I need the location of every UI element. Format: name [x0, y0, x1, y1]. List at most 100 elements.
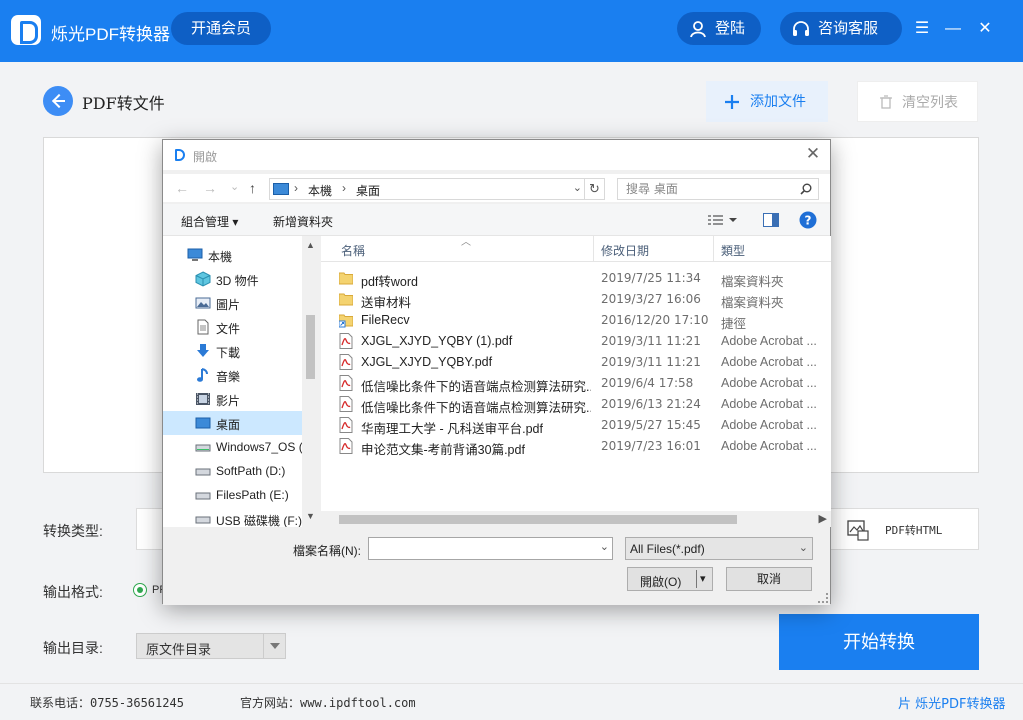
scrollbar-thumb[interactable] [339, 515, 737, 524]
tree-item-3d-objects[interactable]: 3D 物件 [163, 267, 303, 291]
forward-nav-icon[interactable]: → [203, 180, 217, 196]
clear-list-button[interactable]: 清空列表 [857, 81, 978, 122]
pictures-icon [195, 297, 211, 309]
file-type: 捷徑 [721, 317, 747, 331]
filename-label: 檔案名稱(N): [293, 544, 361, 558]
file-modified: 2019/3/27 16:06 [601, 292, 701, 306]
refresh-icon[interactable]: ↻ [584, 179, 604, 199]
app-logo-icon [11, 15, 41, 45]
menu-icon[interactable]: ☰ [913, 20, 931, 38]
music-icon [197, 368, 208, 382]
file-row[interactable]: 华南理工大学 - 凡科送审平台.pdf 2019/5/27 15:45 Adob… [339, 415, 829, 436]
back-nav-icon[interactable]: ← [175, 180, 189, 196]
dialog-app-icon [175, 149, 185, 161]
scroll-down-icon[interactable]: ▼ [306, 511, 315, 521]
tree-item-videos[interactable]: 影片 [163, 387, 303, 411]
column-divider[interactable] [593, 236, 594, 262]
scroll-up-icon[interactable]: ▲ [306, 240, 315, 250]
customer-service-button[interactable]: 咨询客服 [780, 12, 902, 45]
drive-icon [195, 444, 211, 452]
folder-icon [339, 293, 353, 306]
column-modified[interactable]: 修改日期 [601, 242, 649, 259]
cancel-button[interactable]: 取消 [726, 567, 812, 591]
tree-scrollbar[interactable]: ▲ ▼ [302, 236, 319, 527]
chevron-down-icon: ⌄ [798, 542, 808, 554]
file-row[interactable]: 低信噪比条件下的语音端点检测算法研究... 2019/6/4 17:58 Ado… [339, 373, 829, 394]
file-modified: 2019/5/27 15:45 [601, 418, 701, 432]
file-row[interactable]: FileRecv 2016/12/20 17:10 捷徑 [339, 310, 829, 331]
address-dropdown-icon[interactable]: ⌄ [573, 181, 582, 194]
search-box[interactable] [617, 178, 819, 200]
new-folder-button[interactable]: 新增資料夾 [273, 213, 333, 230]
column-divider[interactable] [713, 236, 714, 262]
search-input[interactable] [618, 179, 793, 199]
convert-type-label: 转换类型: [43, 523, 103, 539]
scroll-right-icon[interactable]: ▶ [819, 512, 827, 525]
organize-menu[interactable]: 組合管理 ▾ [181, 213, 238, 230]
tree-item-pictures[interactable]: 圖片 [163, 291, 303, 315]
file-row[interactable]: 申论范文集-考前背诵30篇.pdf 2019/7/23 16:01 Adobe … [339, 436, 829, 457]
usb-drive-icon [195, 516, 211, 524]
tree-item-usb-drive[interactable]: USB 磁碟機 (F:) [163, 507, 303, 527]
add-file-button[interactable]: 添加文件 [706, 81, 828, 122]
tree-item-label: 音樂 [216, 370, 241, 384]
headset-icon [793, 21, 809, 36]
page-title: PDF转文件 [82, 94, 165, 113]
tree-item-drive-d[interactable]: SoftPath (D:) [163, 459, 303, 483]
help-icon[interactable]: ? [799, 211, 817, 229]
tree-item-desktop[interactable]: 桌面 [163, 411, 303, 435]
resize-grip-icon[interactable] [818, 593, 828, 603]
filetype-select[interactable]: All Files(*.pdf) ⌄ [625, 537, 813, 560]
file-row[interactable]: pdf转word 2019/7/25 11:34 檔案資料夾 [339, 268, 829, 289]
back-arrow-icon[interactable] [43, 86, 73, 116]
tree-item-music[interactable]: 音樂 [163, 363, 303, 387]
tree-item-downloads[interactable]: 下載 [163, 339, 303, 363]
view-options-icon[interactable] [707, 214, 737, 226]
up-folder-icon[interactable]: ↑ [249, 180, 256, 196]
file-name: 低信噪比条件下的语音端点检测算法研究... [361, 380, 591, 394]
file-type: Adobe Acrobat ... [721, 439, 817, 453]
dialog-title-bar: 開啟 ✕ [163, 140, 830, 170]
column-name[interactable]: 名稱 [341, 242, 365, 259]
minimize-icon[interactable]: — [944, 20, 962, 38]
file-row[interactable]: 送审材料 2019/3/27 16:06 檔案資料夾 [339, 289, 829, 310]
output-dir-select[interactable]: 原文件目录 [136, 633, 286, 659]
open-options-icon[interactable]: ▾ [700, 572, 706, 585]
filename-input[interactable] [368, 537, 613, 560]
breadcrumb-pc[interactable]: 本機 [308, 182, 332, 199]
file-type: Adobe Acrobat ... [721, 334, 817, 348]
title-bar: 烁光PDF转换器 开通会员 登陆 咨询客服 ☰ — ✕ [0, 0, 1023, 62]
tree-item-drive-c[interactable]: Windows7_OS ( [163, 435, 303, 459]
dialog-toolbar: 組合管理 ▾ 新增資料夾 ? [163, 204, 830, 236]
breadcrumb-desktop[interactable]: 桌面 [356, 182, 380, 199]
column-type[interactable]: 類型 [721, 242, 745, 259]
file-name: XJGL_XJYD_YQBY.pdf [361, 355, 493, 369]
tree-item-pc[interactable]: 本機 [163, 243, 303, 267]
preview-pane-icon[interactable] [763, 213, 779, 227]
start-convert-button[interactable]: 开始转换 [779, 614, 979, 670]
file-list-hscrollbar[interactable]: ▶ [321, 511, 831, 527]
file-row[interactable]: XJGL_XJYD_YQBY (1).pdf 2019/3/11 11:21 A… [339, 331, 829, 352]
recent-locations-icon[interactable]: ⌄ [230, 180, 239, 193]
close-icon[interactable]: ✕ [976, 20, 994, 38]
login-button[interactable]: 登陆 [677, 12, 761, 45]
file-name: pdf转word [361, 275, 418, 289]
convert-type-option-html[interactable]: PDF转HTML [829, 508, 979, 550]
tree-item-documents[interactable]: 文件 [163, 315, 303, 339]
output-dir-label: 输出目录: [43, 640, 103, 656]
dialog-close-icon[interactable]: ✕ [804, 145, 822, 163]
search-icon [800, 183, 812, 195]
tree-item-drive-e[interactable]: FilesPath (E:) [163, 483, 303, 507]
cube-icon [195, 271, 211, 287]
open-button[interactable]: 開啟(O) ▾ [627, 567, 713, 591]
scrollbar-thumb[interactable] [306, 315, 315, 379]
file-modified: 2016/12/20 17:10 [601, 313, 709, 327]
vip-button[interactable]: 开通会员 [171, 12, 271, 45]
file-name: 华南理工大学 - 凡科送审平台.pdf [361, 422, 543, 436]
address-bar[interactable]: › 本機 › 桌面 ⌄ ↻ [269, 178, 605, 200]
open-file-dialog: 開啟 ✕ ← → ⌄ ↑ › 本機 › 桌面 ⌄ ↻ 組合管理 ▾ 新增資料夾 … [162, 139, 831, 605]
output-format-radio[interactable] [133, 583, 147, 597]
file-row[interactable]: XJGL_XJYD_YQBY.pdf 2019/3/11 11:21 Adobe… [339, 352, 829, 373]
file-type: Adobe Acrobat ... [721, 397, 817, 411]
file-row[interactable]: 低信噪比条件下的语音端点检测算法研究... 2019/6/13 21:24 Ad… [339, 394, 829, 415]
